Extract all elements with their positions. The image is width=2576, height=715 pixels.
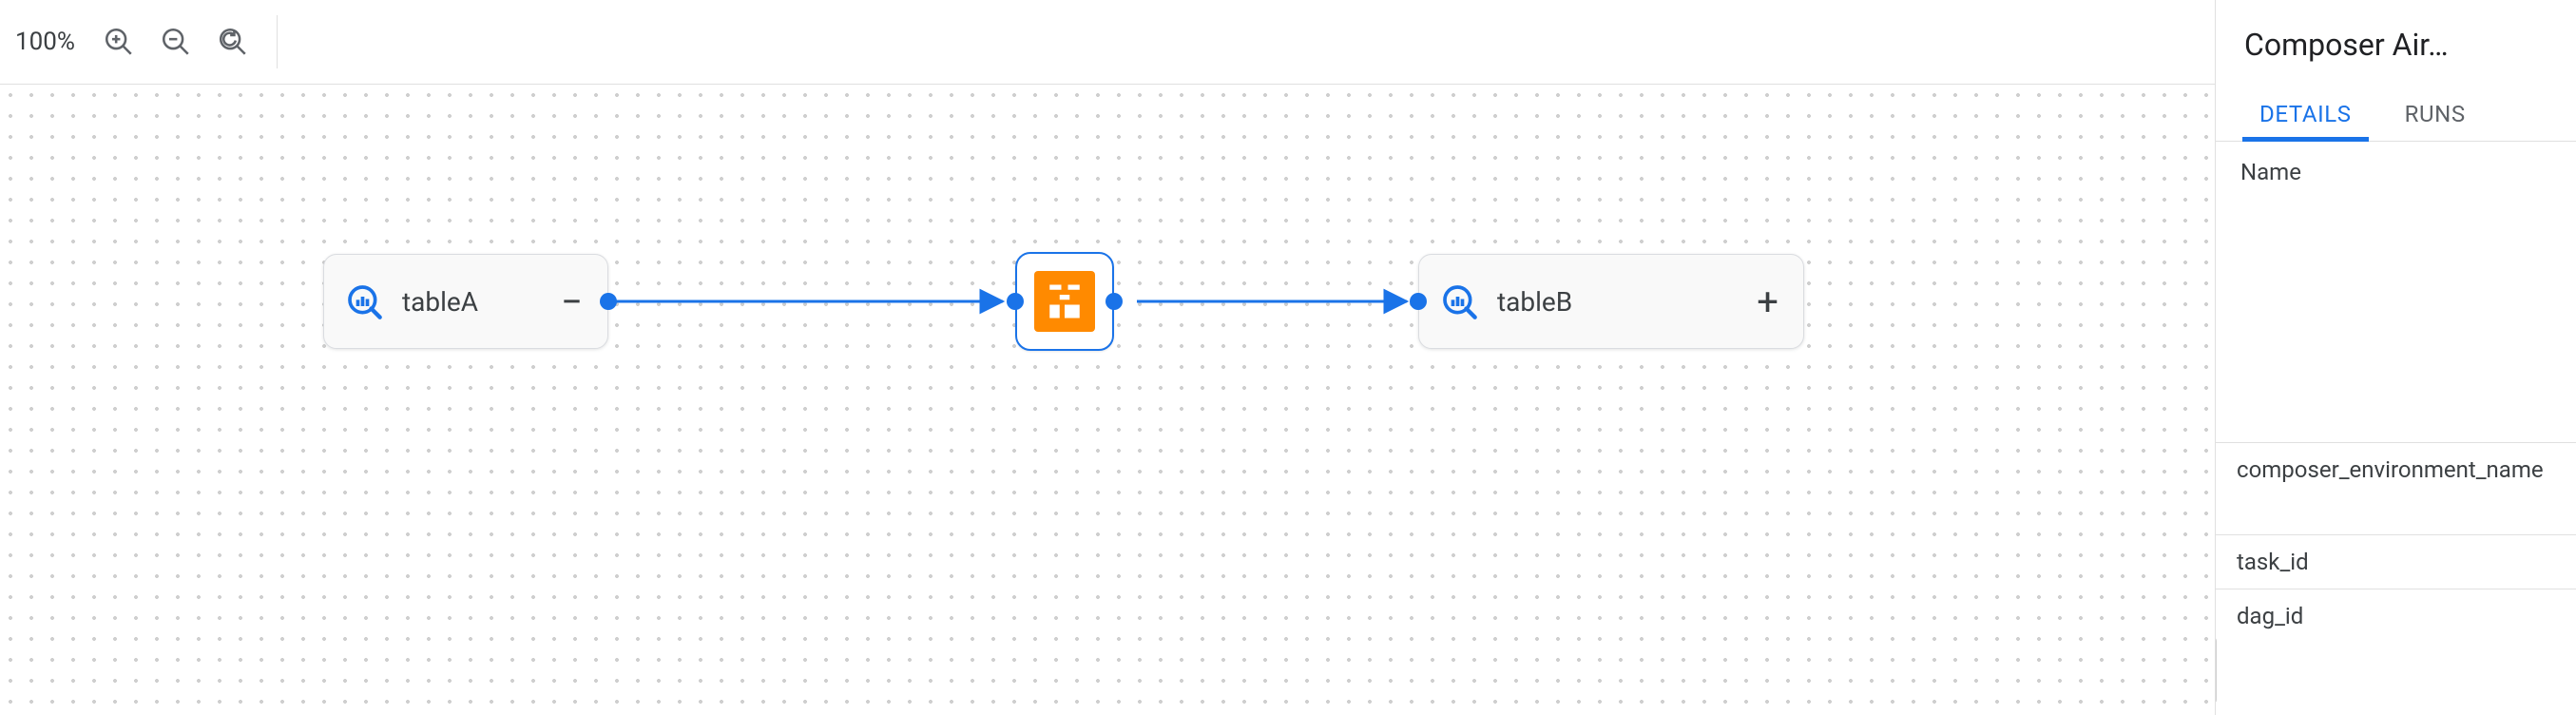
zoom-in-icon[interactable] [98,21,140,63]
zoom-level-label[interactable]: 100% [15,28,75,56]
tab-runs[interactable]: RUNS [2378,86,2492,141]
output-port[interactable] [600,293,617,310]
field-composer-environment-name[interactable]: composer_environment_name [2216,442,2576,496]
panel-resize-handle[interactable] [2215,637,2217,704]
name-label: Name [2240,159,2551,185]
panel-title: Composer Air… [2216,0,2576,86]
zoom-out-icon[interactable] [155,21,197,63]
tab-details[interactable]: DETAILS [2233,86,2378,141]
field-task-id[interactable]: task_id [2216,534,2576,589]
graph-canvas[interactable]: tableA − [0,84,2576,715]
field-dag-id[interactable]: dag_id [2216,589,2576,643]
output-port[interactable] [1105,293,1123,310]
zoom-reset-icon[interactable] [212,21,254,63]
toolbar: 100% [0,0,2576,84]
input-port[interactable] [1410,293,1427,310]
toolbar-divider [277,15,278,68]
input-port[interactable] [1007,293,1024,310]
name-section: Name [2216,142,2576,203]
panel-tabs: DETAILS RUNS [2216,86,2576,142]
details-panel: Composer Air… DETAILS RUNS Name composer… [2215,0,2576,715]
edges-layer [0,85,2576,715]
